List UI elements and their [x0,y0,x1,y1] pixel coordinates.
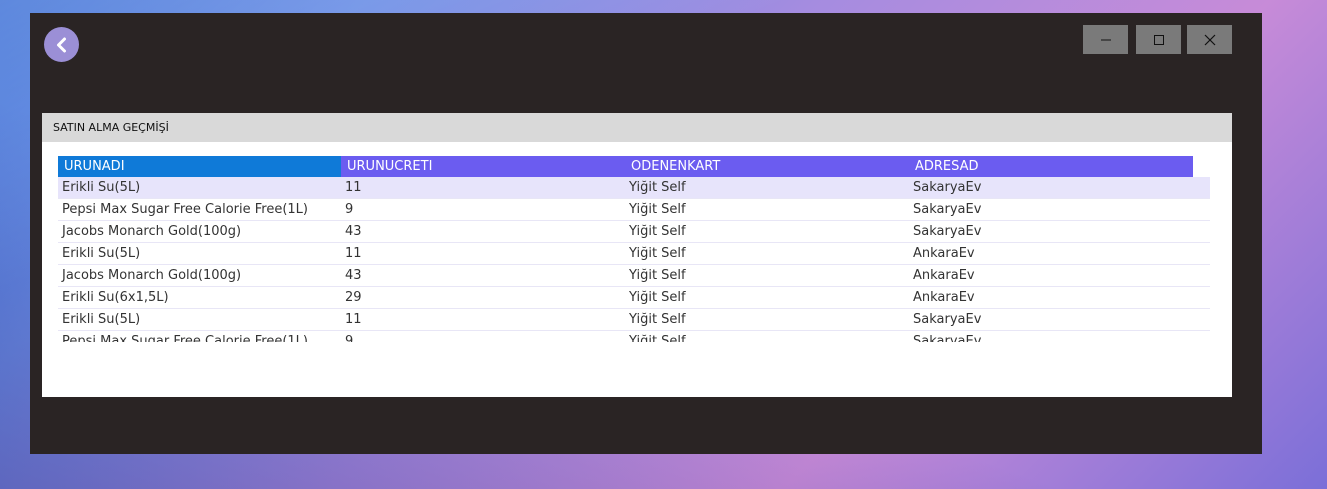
table-row[interactable]: Pepsi Max Sugar Free Calorie Free(1L) 9 … [58,331,1210,342]
cell-price: 11 [345,180,362,195]
purchase-history-panel: SATIN ALMA GEÇMİŞİ URUNADI URUNUCRETI OD… [42,113,1232,397]
app-window: SATIN ALMA GEÇMİŞİ URUNADI URUNUCRETI OD… [30,13,1262,454]
cell-price: 9 [345,334,354,342]
table-row[interactable]: Jacobs Monarch Gold(100g) 43 Yiğit Self … [58,221,1210,243]
column-header-odenenkart[interactable]: ODENENKART [625,156,909,177]
maximize-button[interactable] [1136,25,1181,54]
cell-card: Yiğit Self [629,334,686,342]
cell-card: Yiğit Self [629,312,686,327]
close-icon [1204,34,1215,45]
cell-product-name: Erikli Su(5L) [62,312,141,327]
cell-address: SakaryaEv [913,334,982,342]
close-button[interactable] [1187,25,1232,54]
minimize-button[interactable] [1083,25,1128,54]
cell-card: Yiğit Self [629,180,686,195]
minimize-icon [1100,39,1111,40]
table-row[interactable]: Erikli Su(5L) 11 Yiğit Self SakaryaEv [58,177,1210,199]
cell-address: SakaryaEv [913,202,982,217]
cell-address: SakaryaEv [913,180,982,195]
cell-product-name: Jacobs Monarch Gold(100g) [62,224,242,239]
panel-title: SATIN ALMA GEÇMİŞİ [42,113,1232,142]
table-row[interactable]: Erikli Su(6x1,5L) 29 Yiğit Self AnkaraEv [58,287,1210,309]
cell-price: 43 [345,224,362,239]
chevron-left-icon [56,37,66,52]
cell-price: 43 [345,268,362,283]
cell-price: 11 [345,246,362,261]
cell-price: 11 [345,312,362,327]
cell-price: 29 [345,290,362,305]
back-button[interactable] [44,27,79,62]
purchase-history-grid[interactable]: URUNADI URUNUCRETI ODENENKART ADRESAD Er… [58,156,1210,342]
cell-product-name: Erikli Su(6x1,5L) [62,290,169,305]
cell-price: 9 [345,202,354,217]
cell-card: Yiğit Self [629,246,686,261]
column-header-urunucreti[interactable]: URUNUCRETI [341,156,625,177]
maximize-icon [1153,34,1164,45]
cell-address: AnkaraEv [913,290,975,305]
table-row[interactable]: Jacobs Monarch Gold(100g) 43 Yiğit Self … [58,265,1210,287]
table-row[interactable]: Erikli Su(5L) 11 Yiğit Self AnkaraEv [58,243,1210,265]
grid-header: URUNADI URUNUCRETI ODENENKART ADRESAD [58,156,1210,177]
table-row[interactable]: Erikli Su(5L) 11 Yiğit Self SakaryaEv [58,309,1210,331]
table-row[interactable]: Pepsi Max Sugar Free Calorie Free(1L) 9 … [58,199,1210,221]
cell-card: Yiğit Self [629,268,686,283]
cell-product-name: Pepsi Max Sugar Free Calorie Free(1L) [62,202,308,217]
cell-card: Yiğit Self [629,202,686,217]
cell-product-name: Jacobs Monarch Gold(100g) [62,268,242,283]
cell-card: Yiğit Self [629,224,686,239]
cell-address: SakaryaEv [913,312,982,327]
cell-address: SakaryaEv [913,224,982,239]
cell-product-name: Erikli Su(5L) [62,180,141,195]
cell-address: AnkaraEv [913,246,975,261]
cell-product-name: Erikli Su(5L) [62,246,141,261]
cell-product-name: Pepsi Max Sugar Free Calorie Free(1L) [62,334,308,342]
cell-card: Yiğit Self [629,290,686,305]
column-header-adresad[interactable]: ADRESAD [909,156,1193,177]
cell-address: AnkaraEv [913,268,975,283]
column-header-urunadi[interactable]: URUNADI [58,156,341,177]
